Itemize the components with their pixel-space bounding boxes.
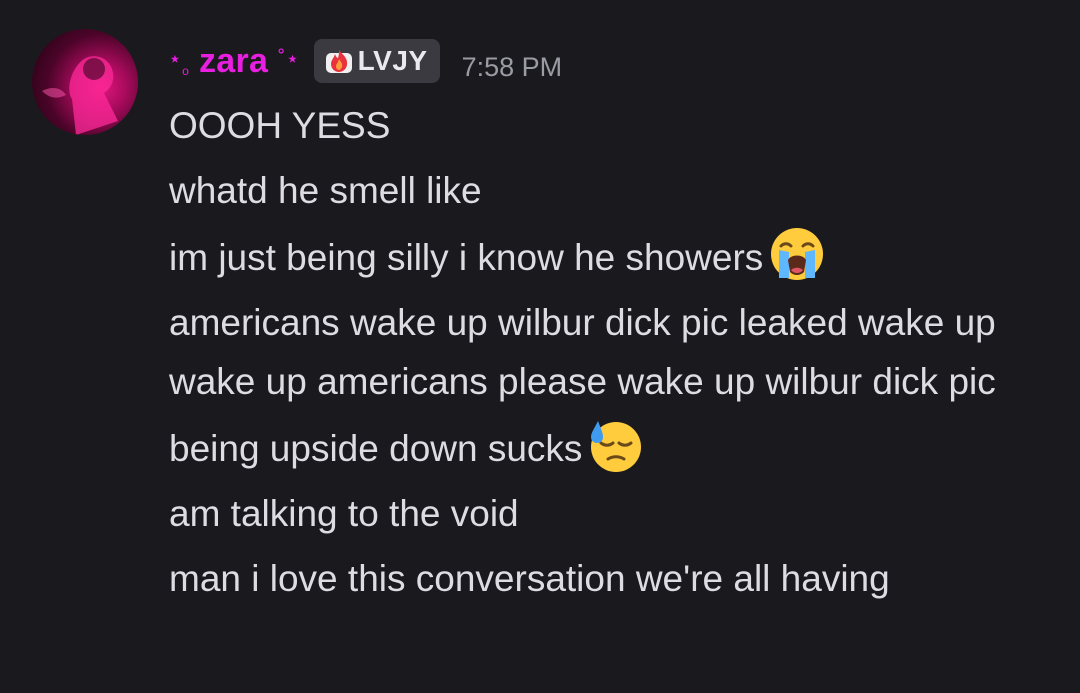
message-line-text: im just being silly i know he showers: [169, 237, 764, 278]
avatar[interactable]: [32, 29, 138, 135]
fire-badge-icon: [325, 50, 352, 73]
message-line: im just being silly i know he showers: [169, 226, 1049, 287]
message-line-text: being upside down sucks: [169, 428, 583, 469]
message-line: man i love this conversation we're all h…: [169, 558, 890, 599]
message-content: OOOH YESS whatd he smell like im just be…: [169, 96, 1049, 614]
downcast-face-with-sweat-icon: [591, 421, 642, 472]
message-header: ⋆ₒ zara ˚⋆ LVJY 7:58 PM: [168, 36, 562, 86]
message-line: whatd he smell like: [169, 170, 482, 211]
username-text: zara: [198, 41, 269, 80]
message-line: americans wake up wilbur dick pic leaked…: [169, 302, 996, 402]
timestamp[interactable]: 7:58 PM: [462, 52, 563, 83]
username-prefix-circle: ₒ: [182, 57, 190, 78]
message-line: OOOH YESS: [169, 105, 391, 146]
username-suffix-circle: ˚: [277, 45, 286, 71]
loudly-crying-face-icon: [771, 228, 824, 280]
username[interactable]: ⋆ₒ zara ˚⋆: [168, 42, 300, 81]
guild-tag[interactable]: LVJY: [313, 39, 440, 83]
message-line: being upside down sucks: [169, 417, 1049, 478]
guild-tag-label: LVJY: [357, 45, 428, 76]
message-group: ⋆ₒ zara ˚⋆ LVJY 7:58 PM OOOH YESS whatd …: [0, 0, 1080, 693]
message-line: am talking to the void: [169, 493, 519, 534]
username-suffix-star: ⋆: [285, 45, 300, 71]
avatar-image: [42, 56, 118, 135]
username-prefix-star: ⋆: [168, 45, 183, 71]
